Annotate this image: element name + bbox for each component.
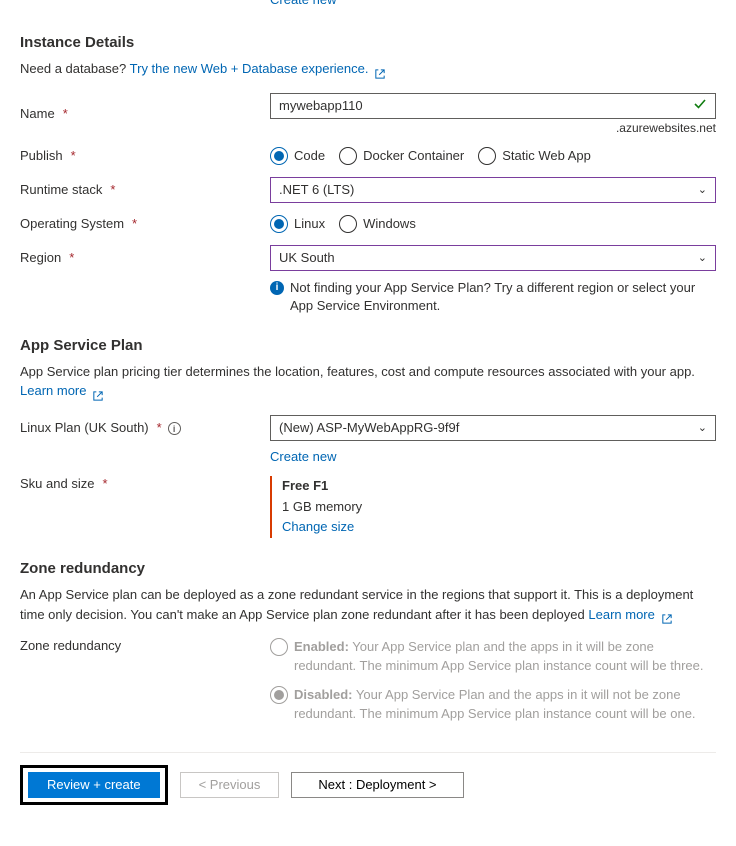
create-new-link-top[interactable]: Create new <box>20 0 716 12</box>
runtime-stack-label: Runtime stack* <box>20 182 270 197</box>
publish-static-radio[interactable]: Static Web App <box>478 147 591 165</box>
region-info: i Not finding your App Service Plan? Try… <box>270 279 716 315</box>
section-zone-redundancy: Zone redundancy <box>20 560 716 577</box>
section-app-service-plan: App Service Plan <box>20 337 716 354</box>
change-size-link[interactable]: Change size <box>282 519 354 534</box>
asp-learn-more-link[interactable]: Learn more <box>20 383 103 398</box>
next-deployment-button[interactable]: Next : Deployment > <box>291 772 463 798</box>
zone-desc: An App Service plan can be deployed as a… <box>20 585 716 624</box>
zone-disabled-radio: Disabled: Your App Service Plan and the … <box>270 686 716 724</box>
db-prompt-text: Need a database? <box>20 61 126 76</box>
create-new-plan-link[interactable]: Create new <box>270 449 336 464</box>
review-create-highlight: Review + create <box>20 765 168 805</box>
zone-enabled-radio: Enabled: Your App Service plan and the a… <box>270 638 716 676</box>
name-label: Name* <box>20 106 270 121</box>
linux-plan-label: Linux Plan (UK South)* i <box>20 420 270 435</box>
sku-name: Free F1 <box>282 476 716 497</box>
linux-plan-select[interactable]: (New) ASP-MyWebAppRG-9f9f ⌄ <box>270 415 716 441</box>
external-link-icon <box>375 65 385 75</box>
zone-redundancy-label: Zone redundancy <box>20 638 270 653</box>
publish-docker-radio[interactable]: Docker Container <box>339 147 464 165</box>
publish-code-radio[interactable]: Code <box>270 147 325 165</box>
info-icon: i <box>270 281 284 295</box>
zone-learn-more-link[interactable]: Learn more <box>588 607 671 622</box>
sku-label: Sku and size* <box>20 476 270 491</box>
sku-display: Free F1 1 GB memory Change size <box>270 476 716 538</box>
os-radio-group: Linux Windows <box>270 215 716 233</box>
external-link-icon <box>93 387 103 397</box>
publish-label: Publish* <box>20 148 270 163</box>
os-windows-radio[interactable]: Windows <box>339 215 416 233</box>
chevron-down-icon: ⌄ <box>698 421 707 434</box>
runtime-stack-select[interactable]: .NET 6 (LTS) ⌄ <box>270 177 716 203</box>
chevron-down-icon: ⌄ <box>698 183 707 196</box>
region-label: Region* <box>20 250 270 265</box>
review-create-button[interactable]: Review + create <box>28 772 160 798</box>
os-label: Operating System* <box>20 216 270 231</box>
region-select[interactable]: UK South ⌄ <box>270 245 716 271</box>
check-icon <box>693 97 707 114</box>
os-linux-radio[interactable]: Linux <box>270 215 325 233</box>
name-suffix: .azurewebsites.net <box>270 121 716 135</box>
name-input[interactable]: mywebapp110 <box>270 93 716 119</box>
footer-buttons: Review + create < Previous Next : Deploy… <box>20 753 716 823</box>
chevron-down-icon: ⌄ <box>698 251 707 264</box>
publish-radio-group: Code Docker Container Static Web App <box>270 147 716 165</box>
asp-desc: App Service plan pricing tier determines… <box>20 362 716 401</box>
web-database-link[interactable]: Try the new Web + Database experience. <box>130 61 385 76</box>
info-icon[interactable]: i <box>168 422 181 435</box>
external-link-icon <box>662 610 672 620</box>
previous-button: < Previous <box>180 772 280 798</box>
database-prompt: Need a database? Try the new Web + Datab… <box>20 59 716 79</box>
section-instance-details: Instance Details <box>20 34 716 51</box>
sku-detail: 1 GB memory <box>282 497 716 518</box>
